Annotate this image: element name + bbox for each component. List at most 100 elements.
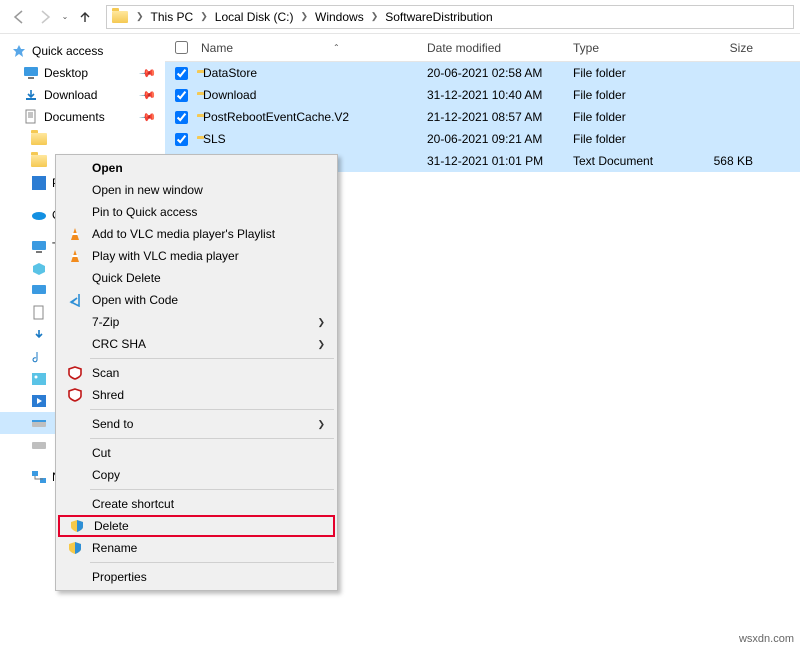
row-date: 21-12-2021 08:57 AM xyxy=(427,110,573,124)
history-dropdown[interactable]: ⌄ xyxy=(58,12,72,21)
this-pc-icon xyxy=(30,240,48,254)
submenu-arrow-icon: ❯ xyxy=(317,317,325,328)
drive-icon xyxy=(30,439,48,451)
ctx-scan[interactable]: Scan xyxy=(58,362,335,384)
column-header-size[interactable]: Size xyxy=(693,41,763,55)
column-header-date[interactable]: Date modified xyxy=(427,41,573,55)
column-headers: Name ⌃ Date modified Type Size xyxy=(165,34,800,62)
sidebar-item-label: Desktop xyxy=(44,66,88,80)
breadcrumb-item[interactable]: SoftwareDistribution xyxy=(383,10,494,24)
file-row[interactable]: PostRebootEventCache.V221-12-2021 08:57 … xyxy=(165,106,800,128)
separator xyxy=(90,438,334,439)
vlc-icon xyxy=(66,247,84,265)
chevron-right-icon: ❯ xyxy=(366,11,384,22)
row-type: File folder xyxy=(573,66,693,80)
ctx-delete[interactable]: Delete xyxy=(58,515,335,537)
sidebar-item-label: Documents xyxy=(44,110,105,124)
ctx-shred[interactable]: Shred xyxy=(58,384,335,406)
documents-icon xyxy=(22,109,40,125)
ctx-play-vlc[interactable]: Play with VLC media player xyxy=(58,245,335,267)
pin-icon: 📌 xyxy=(139,86,158,105)
download-icon xyxy=(22,88,40,102)
quick-access-label: Quick access xyxy=(32,44,103,58)
row-date: 20-06-2021 09:21 AM xyxy=(427,132,573,146)
ctx-open-new-window[interactable]: Open in new window xyxy=(58,179,335,201)
chevron-right-icon: ❯ xyxy=(131,11,149,22)
row-checkbox[interactable] xyxy=(165,133,197,146)
sidebar-item-desktop[interactable]: Desktop 📌 xyxy=(0,62,165,84)
row-date: 20-06-2021 02:58 AM xyxy=(427,66,573,80)
sidebar-item-documents[interactable]: Documents 📌 xyxy=(0,106,165,128)
drive-icon xyxy=(30,417,48,429)
folder-icon xyxy=(30,155,48,167)
onedrive-icon xyxy=(30,209,48,221)
file-row[interactable]: Download31-12-2021 10:40 AMFile folder xyxy=(165,84,800,106)
row-name: Download xyxy=(197,88,427,102)
row-type: File folder xyxy=(573,88,693,102)
submenu-arrow-icon: ❯ xyxy=(317,419,325,430)
vlc-icon xyxy=(66,225,84,243)
star-icon xyxy=(12,44,26,58)
up-button[interactable] xyxy=(72,4,98,30)
sort-indicator-icon: ⌃ xyxy=(333,43,340,52)
mcafee-icon xyxy=(66,386,84,404)
ctx-copy[interactable]: Copy xyxy=(58,464,335,486)
sidebar-item[interactable] xyxy=(0,128,165,150)
context-menu: Open Open in new window Pin to Quick acc… xyxy=(55,154,338,591)
sidebar-item-download[interactable]: Download 📌 xyxy=(0,84,165,106)
breadcrumb-item[interactable]: Local Disk (C:) xyxy=(213,10,296,24)
music-icon xyxy=(30,350,48,364)
vscode-icon xyxy=(66,291,84,309)
shield-icon xyxy=(68,517,86,535)
address-bar[interactable]: ❯ This PC ❯ Local Disk (C:) ❯ Windows ❯ … xyxy=(106,5,794,29)
row-name: PostRebootEventCache.V2 xyxy=(197,110,427,124)
toolbar: ⌄ ❯ This PC ❯ Local Disk (C:) ❯ Windows … xyxy=(0,0,800,34)
file-row[interactable]: SLS20-06-2021 09:21 AMFile folder xyxy=(165,128,800,150)
documents-icon xyxy=(30,305,48,321)
ctx-quick-delete[interactable]: Quick Delete xyxy=(58,267,335,289)
back-button[interactable] xyxy=(6,4,32,30)
ctx-cut[interactable]: Cut xyxy=(58,442,335,464)
download-icon xyxy=(30,328,48,342)
breadcrumb-item[interactable]: This PC xyxy=(149,10,196,24)
sidebar-item-label: Download xyxy=(44,88,97,102)
row-type: Text Document xyxy=(573,154,693,168)
ctx-7zip[interactable]: 7-Zip❯ xyxy=(58,311,335,333)
ctx-properties[interactable]: Properties xyxy=(58,566,335,588)
row-name: DataStore xyxy=(197,66,427,80)
row-date: 31-12-2021 10:40 AM xyxy=(427,88,573,102)
folder-icon xyxy=(30,133,48,145)
watermark: wsxdn.com xyxy=(739,633,794,645)
separator xyxy=(90,409,334,410)
submenu-arrow-icon: ❯ xyxy=(317,339,325,350)
row-checkbox[interactable] xyxy=(165,111,197,124)
desktop-icon xyxy=(22,66,40,80)
ctx-rename[interactable]: Rename xyxy=(58,537,335,559)
file-row[interactable]: DataStore20-06-2021 02:58 AMFile folder xyxy=(165,62,800,84)
row-size: 568 KB xyxy=(693,154,763,168)
network-icon xyxy=(30,470,48,484)
ctx-open-with-code[interactable]: Open with Code xyxy=(58,289,335,311)
chevron-right-icon: ❯ xyxy=(295,11,313,22)
ctx-add-vlc-playlist[interactable]: Add to VLC media player's Playlist xyxy=(58,223,335,245)
ctx-crc-sha[interactable]: CRC SHA❯ xyxy=(58,333,335,355)
row-type: File folder xyxy=(573,132,693,146)
breadcrumb-item[interactable]: Windows xyxy=(313,10,366,24)
ctx-open[interactable]: Open xyxy=(58,157,335,179)
column-header-name[interactable]: Name ⌃ xyxy=(197,41,427,55)
forward-button[interactable] xyxy=(32,4,58,30)
select-all-checkbox[interactable] xyxy=(165,41,197,54)
column-header-type[interactable]: Type xyxy=(573,41,693,55)
quick-access[interactable]: Quick access xyxy=(0,40,165,62)
ctx-create-shortcut[interactable]: Create shortcut xyxy=(58,493,335,515)
ctx-pin-quick-access[interactable]: Pin to Quick access xyxy=(58,201,335,223)
pin-icon: 📌 xyxy=(139,108,158,127)
separator xyxy=(90,358,334,359)
desktop-icon xyxy=(30,284,48,298)
ctx-send-to[interactable]: Send to❯ xyxy=(58,413,335,435)
row-name: SLS xyxy=(197,132,427,146)
row-checkbox[interactable] xyxy=(165,89,197,102)
shield-icon xyxy=(66,539,84,557)
row-checkbox[interactable] xyxy=(165,67,197,80)
row-date: 31-12-2021 01:01 PM xyxy=(427,154,573,168)
